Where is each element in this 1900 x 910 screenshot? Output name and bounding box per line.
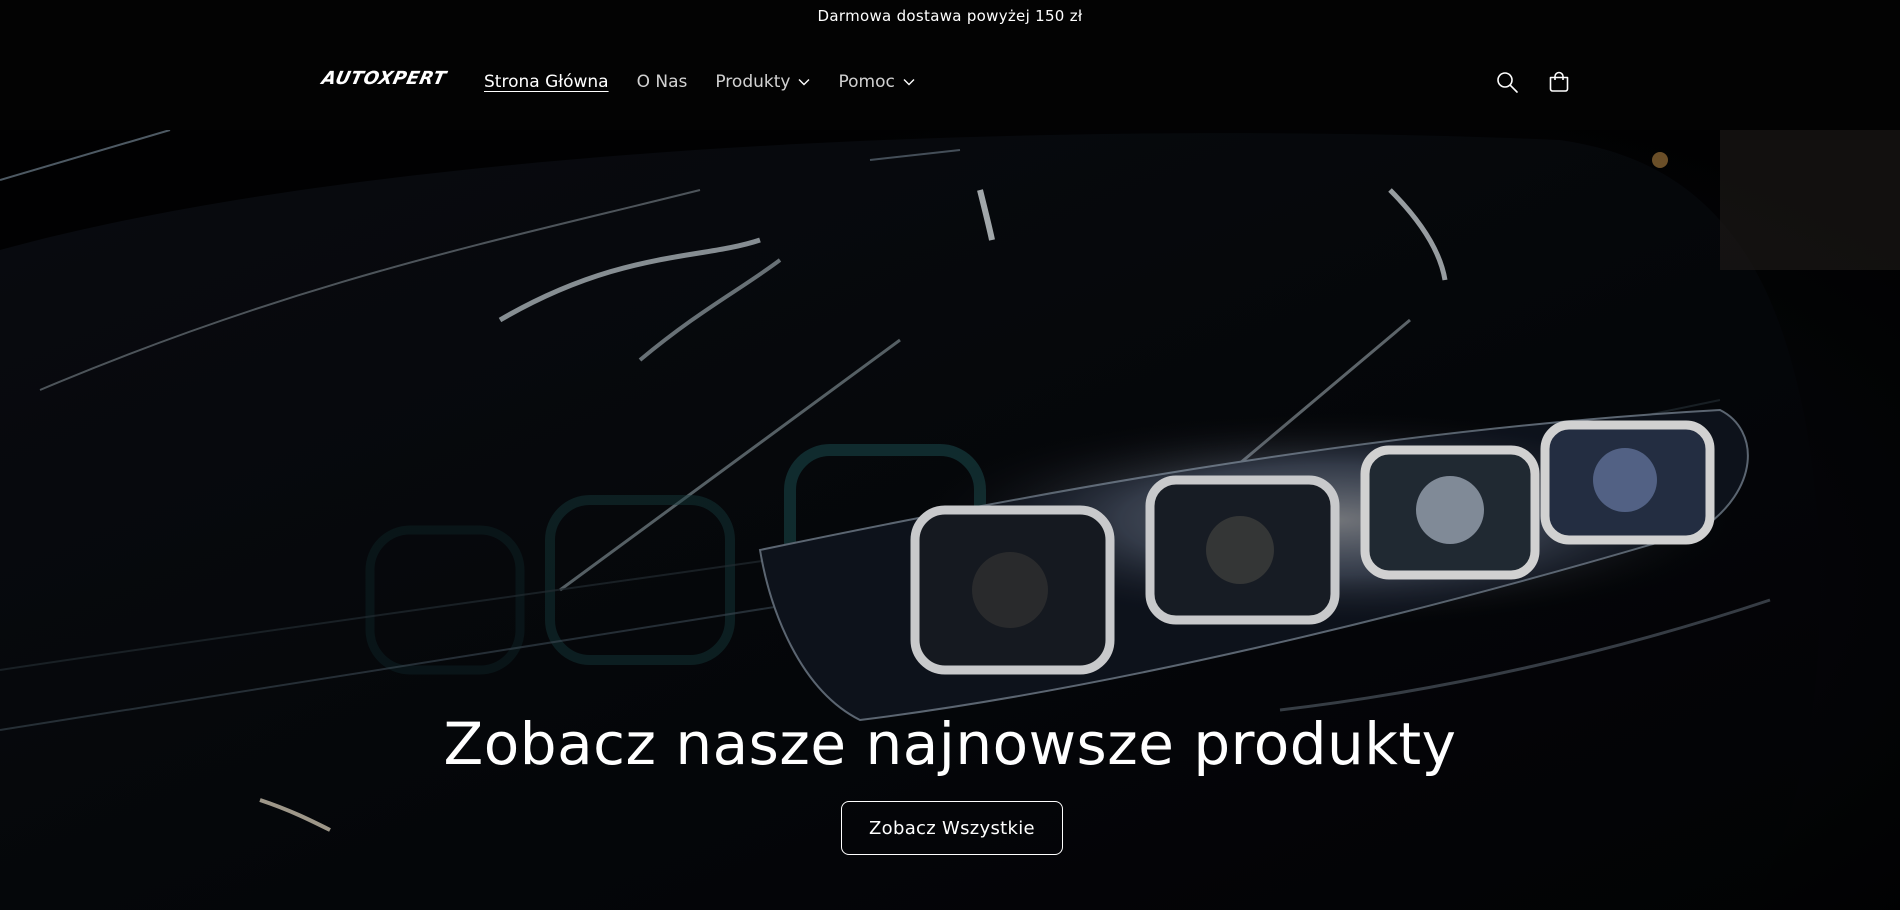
nav-item-label: Produkty (715, 72, 791, 92)
hero-title: Zobacz nasze najnowsze produkty (443, 710, 1457, 778)
header-icons (1494, 69, 1572, 95)
logo[interactable]: AUTOXPERT (320, 68, 448, 90)
nav-item-label: O Nas (636, 72, 688, 92)
cart-icon (1549, 71, 1569, 92)
hero-banner: Zobacz nasze najnowsze produkty Zobacz W… (0, 130, 1900, 910)
cart-button[interactable] (1546, 69, 1572, 95)
search-button[interactable] (1494, 69, 1520, 95)
announcement-text: Darmowa dostawa powyżej 150 zł (817, 7, 1083, 25)
nav-item-about[interactable]: O Nas (637, 72, 688, 92)
nav-item-label: Pomoc (838, 72, 895, 92)
site-header: AUTOXPERT Strona Główna O Nas Produkty P… (0, 32, 1900, 130)
view-all-button[interactable]: Zobacz Wszystkie (841, 801, 1063, 855)
search-icon (1497, 72, 1518, 93)
nav-item-home[interactable]: Strona Główna (484, 72, 609, 92)
announcement-bar: Darmowa dostawa powyżej 150 zł (0, 0, 1900, 32)
chevron-down-icon (798, 79, 810, 86)
nav-item-label: Strona Główna (484, 72, 609, 92)
main-nav: Strona Główna O Nas Produkty Pomoc (484, 64, 943, 100)
nav-item-help[interactable]: Pomoc (838, 72, 915, 92)
chevron-down-icon (903, 79, 915, 86)
nav-item-products[interactable]: Produkty (715, 72, 810, 92)
hero-overlay (0, 130, 1900, 910)
